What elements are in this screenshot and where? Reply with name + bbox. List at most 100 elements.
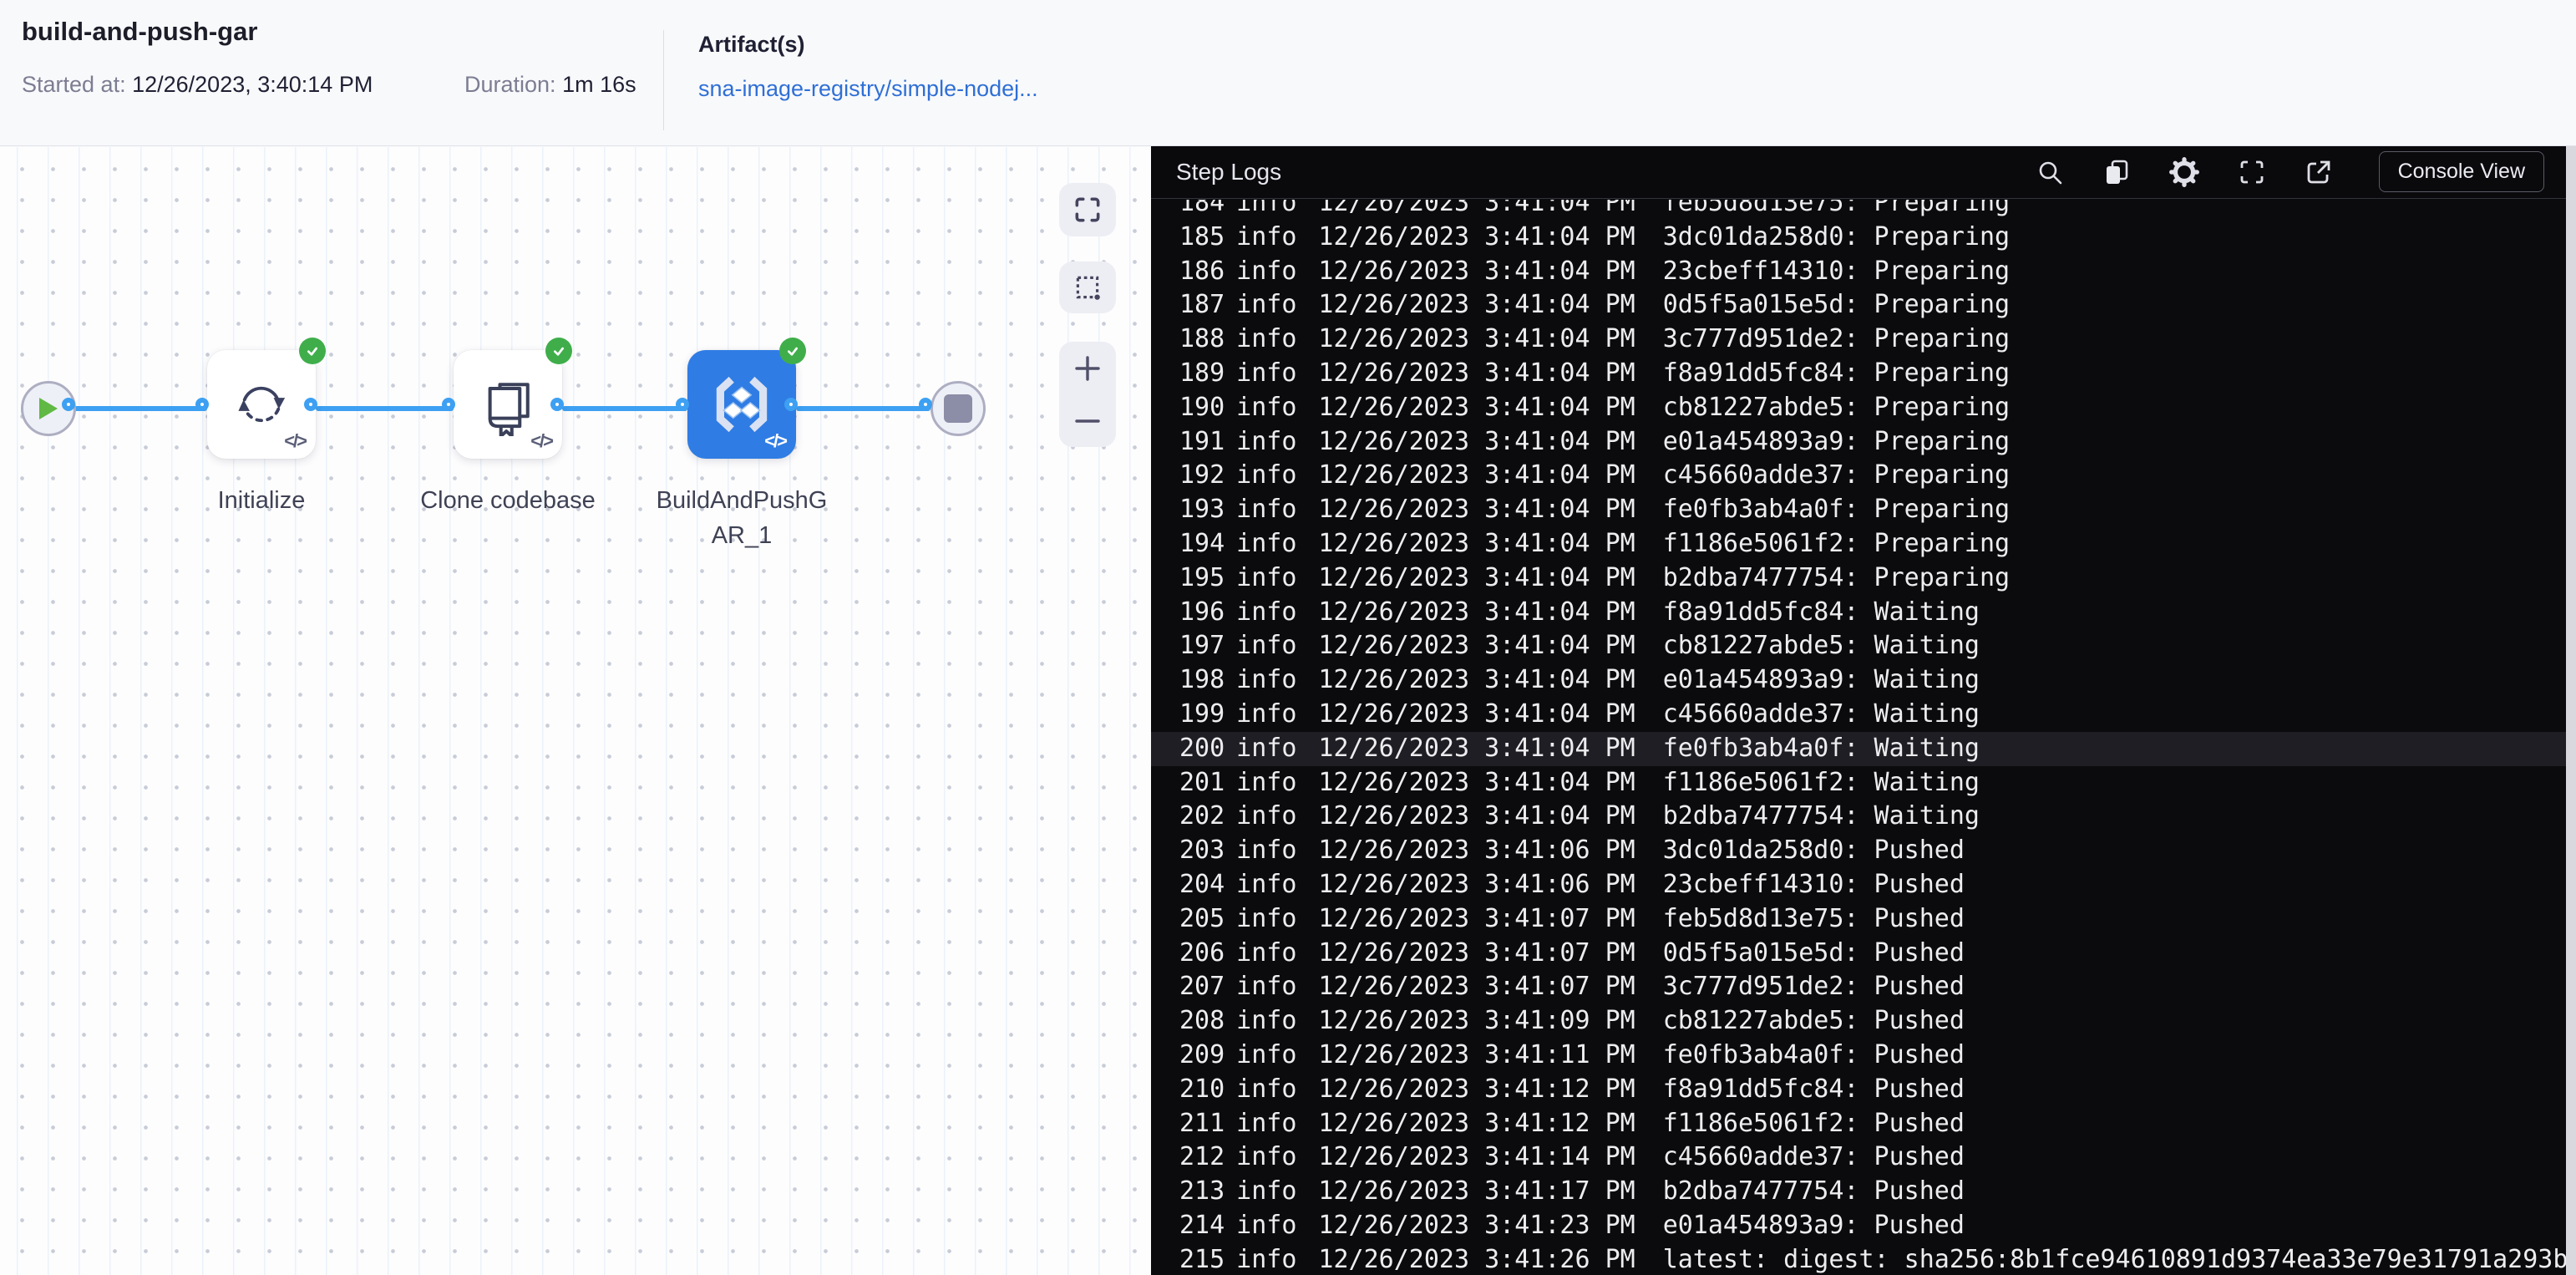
log-row[interactable]: 213 info 12/26/2023 3:41:17 PM b2dba7477754…	[1151, 1175, 2566, 1209]
log-level: info	[1236, 495, 1297, 525]
log-num: 208	[1179, 1006, 1225, 1036]
edge-start-initialize	[74, 406, 207, 411]
fit-view-icon	[1075, 197, 1100, 222]
log-time: 12/26/2023 3:41:04 PM	[1318, 528, 1635, 558]
port[interactable]	[195, 398, 209, 411]
log-level: info	[1236, 1210, 1297, 1240]
log-row[interactable]: 210 info 12/26/2023 3:41:12 PM f8a91dd5fc84…	[1151, 1073, 2566, 1107]
started-at: Started at: 12/26/2023, 3:40:14 PM	[22, 72, 373, 98]
log-row[interactable]: 189 info 12/26/2023 3:41:04 PM f8a91dd5fc84…	[1151, 357, 2566, 391]
log-row[interactable]: 198 info 12/26/2023 3:41:04 PM e01a454893a9…	[1151, 663, 2566, 698]
copy-icon[interactable]	[2102, 157, 2132, 187]
log-num: 191	[1179, 426, 1225, 456]
log-row[interactable]: 190 info 12/26/2023 3:41:04 PM cb81227abde5…	[1151, 391, 2566, 425]
log-level: info	[1236, 1039, 1297, 1069]
log-time: 12/26/2023 3:41:04 PM	[1318, 324, 1635, 354]
log-time: 12/26/2023 3:41:04 PM	[1318, 631, 1635, 661]
log-time: 12/26/2023 3:41:04 PM	[1318, 460, 1635, 490]
pipeline-execution-screen: build-and-push-gar Started at: 12/26/202…	[0, 0, 2576, 1275]
port[interactable]	[676, 398, 689, 411]
log-row[interactable]: 191 info 12/26/2023 3:41:04 PM e01a454893a9…	[1151, 425, 2566, 460]
log-body[interactable]: 184 info 12/26/2023 3:41:04 PM feb5d8d13e75…	[1151, 200, 2566, 1275]
log-row[interactable]: 215 info 12/26/2023 3:41:26 PM latest: dige…	[1151, 1243, 2566, 1275]
log-row[interactable]: 188 info 12/26/2023 3:41:04 PM 3c777d951de2…	[1151, 323, 2566, 357]
log-message: fe0fb3ab4a0f: Pushed	[1662, 1039, 1965, 1069]
log-message: cb81227abde5: Waiting	[1662, 631, 1980, 661]
code-glyph-icon: </>	[764, 430, 788, 451]
fit-view-button[interactable]	[1059, 183, 1116, 236]
log-num: 207	[1179, 972, 1225, 1002]
console-view-button[interactable]: Console View	[2378, 151, 2544, 192]
log-row[interactable]: 214 info 12/26/2023 3:41:23 PM e01a454893a9…	[1151, 1209, 2566, 1243]
log-row[interactable]: 201 info 12/26/2023 3:41:04 PM f1186e5061f2…	[1151, 766, 2566, 800]
pipeline-canvas[interactable]: </> Initialize </> Clone codebase </> Bu…	[0, 147, 1151, 1275]
log-row[interactable]: 195 info 12/26/2023 3:41:04 PM b2dba7477754…	[1151, 561, 2566, 596]
log-level: info	[1236, 200, 1297, 217]
zoom-out-button minus-icon[interactable]	[1073, 407, 1102, 435]
log-level: info	[1236, 665, 1297, 695]
log-time: 12/26/2023 3:41:04 PM	[1318, 801, 1635, 831]
started-at-value: 12/26/2023, 3:40:14 PM	[132, 72, 373, 97]
port[interactable]	[442, 398, 455, 411]
log-row[interactable]: 193 info 12/26/2023 3:41:04 PM fe0fb3ab4a0f…	[1151, 493, 2566, 527]
log-row[interactable]: 207 info 12/26/2023 3:41:07 PM 3c777d951de2…	[1151, 970, 2566, 1004]
search-icon[interactable]	[2035, 157, 2065, 187]
log-row[interactable]: 194 info 12/26/2023 3:41:04 PM f1186e5061f2…	[1151, 527, 2566, 561]
log-level: info	[1236, 1006, 1297, 1036]
end-node[interactable]	[931, 381, 986, 436]
settings-gear-icon[interactable]	[2168, 156, 2200, 188]
port[interactable]	[304, 398, 317, 411]
log-level: info	[1236, 801, 1297, 831]
log-row[interactable]: 208 info 12/26/2023 3:41:09 PM cb81227abde5…	[1151, 1004, 2566, 1039]
port[interactable]	[919, 398, 932, 411]
zoom-in-button plus-icon[interactable]	[1073, 354, 1102, 383]
log-row[interactable]: 185 info 12/26/2023 3:41:04 PM 3dc01da258d0…	[1151, 221, 2566, 255]
log-level: info	[1236, 324, 1297, 354]
scrollbar-gutter[interactable]	[2566, 145, 2576, 1275]
step-node-initialize[interactable]: </>	[207, 338, 326, 459]
log-row[interactable]: 199 info 12/26/2023 3:41:04 PM c45660adde37…	[1151, 698, 2566, 732]
log-row[interactable]: 203 info 12/26/2023 3:41:06 PM 3dc01da258d0…	[1151, 834, 2566, 868]
log-message: f8a91dd5fc84: Pushed	[1662, 1074, 1965, 1104]
log-time: 12/26/2023 3:41:04 PM	[1318, 562, 1635, 592]
step-node-clone-codebase[interactable]: </>	[454, 338, 572, 459]
log-message: latest: digest: sha256:8b1fce94610891d93…	[1662, 1244, 2566, 1274]
artifact-link[interactable]: sna-image-registry/simple-nodej...	[698, 76, 1038, 102]
log-row[interactable]: 209 info 12/26/2023 3:41:11 PM fe0fb3ab4a0f…	[1151, 1039, 2566, 1073]
log-row[interactable]: 205 info 12/26/2023 3:41:07 PM feb5d8d13e75…	[1151, 902, 2566, 937]
log-row[interactable]: 192 info 12/26/2023 3:41:04 PM c45660adde37…	[1151, 459, 2566, 493]
log-row[interactable]: 200 info 12/26/2023 3:41:04 PM fe0fb3ab4a0f…	[1151, 731, 2566, 766]
log-row[interactable]: 212 info 12/26/2023 3:41:14 PM c45660adde37…	[1151, 1140, 2566, 1175]
port[interactable]	[784, 398, 798, 411]
log-message: 3c777d951de2: Pushed	[1662, 972, 1965, 1002]
open-external-icon[interactable]	[2304, 157, 2334, 187]
duration-label: Duration:	[464, 72, 556, 97]
code-glyph-icon: </>	[284, 430, 307, 451]
log-message: 3c777d951de2: Preparing	[1662, 324, 2011, 354]
header-divider	[663, 30, 664, 130]
log-row[interactable]: 186 info 12/26/2023 3:41:04 PM 23cbeff14310…	[1151, 255, 2566, 289]
duration-value: 1m 16s	[562, 72, 636, 97]
log-time: 12/26/2023 3:41:04 PM	[1318, 426, 1635, 456]
port[interactable]	[62, 398, 75, 411]
marquee-select-button[interactable]	[1059, 262, 1116, 313]
step-node-build-and-push-gar[interactable]: </>	[687, 338, 806, 459]
log-time: 12/26/2023 3:41:04 PM	[1318, 495, 1635, 525]
port[interactable]	[550, 398, 564, 411]
log-row[interactable]: 211 info 12/26/2023 3:41:12 PM f1186e5061f2…	[1151, 1107, 2566, 1141]
log-row[interactable]: 187 info 12/26/2023 3:41:04 PM 0d5f5a015e5d…	[1151, 288, 2566, 323]
log-level: info	[1236, 1142, 1297, 1172]
log-num: 190	[1179, 392, 1225, 422]
log-row[interactable]: 197 info 12/26/2023 3:41:04 PM cb81227abde5…	[1151, 629, 2566, 663]
log-row[interactable]: 206 info 12/26/2023 3:41:07 PM 0d5f5a015e5d…	[1151, 937, 2566, 971]
fullscreen-icon[interactable]	[2237, 157, 2267, 187]
log-row[interactable]: 196 info 12/26/2023 3:41:04 PM f8a91dd5fc84…	[1151, 596, 2566, 630]
log-row[interactable]: 202 info 12/26/2023 3:41:04 PM b2dba7477754…	[1151, 800, 2566, 834]
log-level: info	[1236, 1074, 1297, 1104]
log-time: 12/26/2023 3:41:04 PM	[1318, 733, 1635, 763]
log-row[interactable]: 184 info 12/26/2023 3:41:04 PM feb5d8d13e75…	[1151, 200, 2566, 221]
play-icon	[39, 398, 58, 419]
log-message: 0d5f5a015e5d: Pushed	[1662, 937, 1965, 968]
log-row[interactable]: 204 info 12/26/2023 3:41:06 PM 23cbeff14310…	[1151, 868, 2566, 902]
log-message: c45660adde37: Waiting	[1662, 698, 1980, 729]
